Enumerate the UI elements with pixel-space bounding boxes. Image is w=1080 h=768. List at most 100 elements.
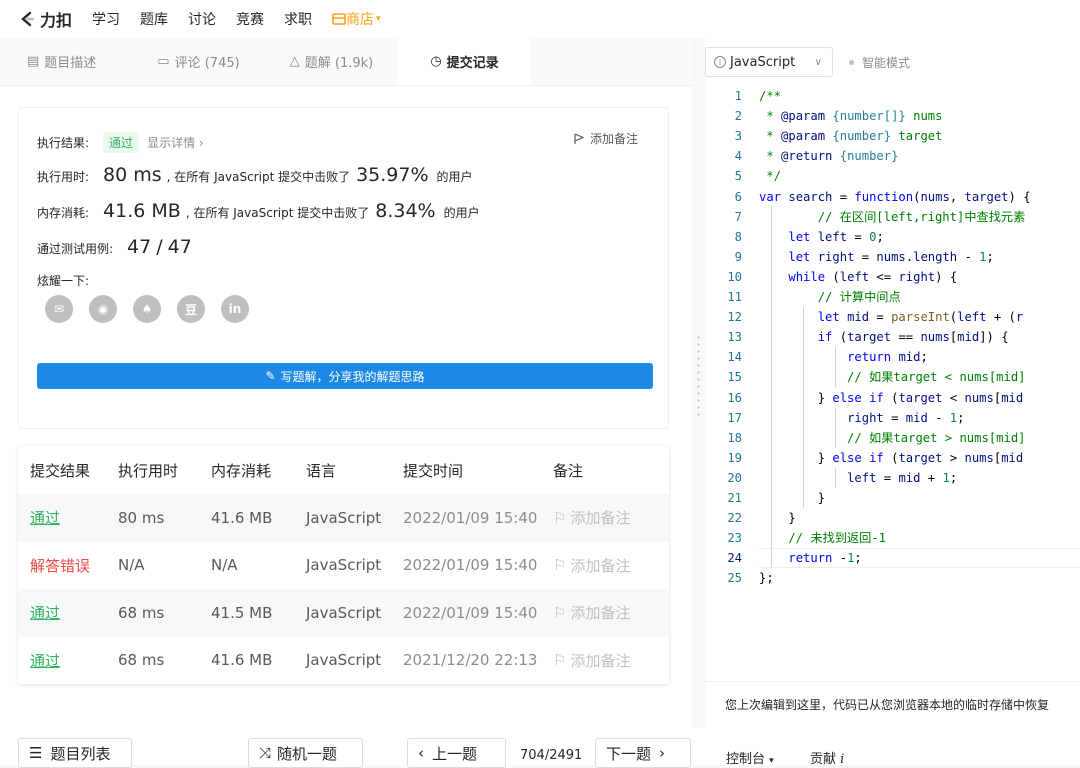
table-row[interactable]: 通过 68 ms 41.5 MB JavaScript 2022/01/09 1…: [18, 589, 669, 637]
code-line[interactable]: 13 if (target == nums[mid]) {: [705, 327, 1080, 347]
prev-problem-button[interactable]: ‹ 上一题: [407, 738, 506, 768]
problem-list-label: 题目列表: [50, 744, 111, 763]
code-line[interactable]: 14 return mid;: [705, 347, 1080, 367]
tab-submissions[interactable]: ◷ 提交记录: [398, 38, 531, 85]
chevron-down-icon: ∨: [814, 56, 822, 68]
nav-jobs[interactable]: 求职: [284, 9, 312, 29]
code-line[interactable]: 11 // 计算中间点: [705, 287, 1080, 307]
code-text: let mid = parseInt(left + (r: [817, 310, 1024, 325]
list-icon: ☰: [29, 744, 43, 762]
prev-problem-label: 上一题: [432, 744, 478, 763]
info-icon: i: [714, 56, 726, 68]
nav-discuss[interactable]: 讨论: [188, 9, 216, 29]
row-status[interactable]: 通过: [18, 507, 118, 528]
row-time: 2022/01/09 15:40: [403, 556, 538, 575]
random-problem-button[interactable]: ⤨ 随机一题: [248, 738, 363, 768]
table-row[interactable]: 通过 80 ms 41.6 MB JavaScript 2022/01/09 1…: [18, 494, 669, 542]
show-details-link[interactable]: 显示详情 ›: [147, 134, 204, 151]
line-number: 3: [734, 129, 742, 144]
weibo-icon[interactable]: ◉: [89, 295, 117, 323]
result-card: 执行结果: 通过 显示详情 › 添加备注 执行用时: 80 ms , 在所有 J…: [18, 107, 669, 429]
tab-solutions[interactable]: △ 题解 (1.9k): [265, 38, 398, 85]
row-note-label: 添加备注: [570, 509, 631, 528]
code-line[interactable]: 19 } else if (target > nums[mid: [705, 448, 1080, 468]
code-line[interactable]: 17 right = mid - 1;: [705, 408, 1080, 428]
runtime-value: 80 ms: [103, 164, 162, 186]
code-line[interactable]: 25};: [705, 568, 1080, 588]
douban-icon[interactable]: 豆: [177, 295, 205, 323]
line-number: 18: [727, 430, 742, 445]
header-runtime: 执行用时: [118, 461, 179, 480]
code-line[interactable]: 23 // 未找到返回-1: [705, 528, 1080, 548]
nav-learn[interactable]: 学习: [92, 9, 120, 29]
flag-icon: ⚐: [553, 603, 567, 622]
linkedin-icon[interactable]: in: [221, 295, 249, 323]
code-text: * @param {number[]} nums: [759, 109, 943, 124]
nav-store[interactable]: 商店 ▾: [332, 9, 381, 29]
contribute-link[interactable]: 贡献 i: [810, 748, 844, 767]
problem-list-button[interactable]: ☰ 题目列表: [18, 738, 132, 768]
code-line[interactable]: 9 let right = nums.length - 1;: [705, 247, 1080, 267]
code-line[interactable]: 8 let left = 0;: [705, 227, 1080, 247]
code-line[interactable]: 21 }: [705, 488, 1080, 508]
row-add-note[interactable]: ⚐ 添加备注: [553, 650, 669, 671]
leetcode-logo[interactable]: 力扣: [18, 7, 72, 31]
code-line[interactable]: 3 * @param {number} target: [705, 126, 1080, 146]
add-note-button[interactable]: 添加备注: [573, 130, 638, 147]
nav-contest[interactable]: 竞赛: [236, 9, 264, 29]
row-add-note[interactable]: ⚐ 添加备注: [553, 507, 669, 528]
code-text: };: [759, 571, 774, 586]
row-status[interactable]: 解答错误: [18, 555, 118, 576]
table-row[interactable]: 通过 68 ms 41.6 MB JavaScript 2021/12/20 2…: [18, 637, 669, 685]
tab-comments[interactable]: ▭ 评论 (745): [132, 38, 265, 85]
row-add-note[interactable]: ⚐ 添加备注: [553, 602, 669, 623]
line-number: 7: [734, 209, 742, 224]
code-line[interactable]: 1 /**: [705, 86, 1080, 106]
code-line[interactable]: 12 let mid = parseInt(left + (r: [705, 307, 1080, 327]
nav-problems[interactable]: 题库: [140, 9, 168, 29]
language-select[interactable]: i JavaScript ∨: [705, 47, 833, 77]
row-language: JavaScript: [306, 603, 382, 622]
random-problem-label: 随机一题: [277, 744, 338, 763]
code-line[interactable]: 22 }: [705, 508, 1080, 528]
add-note-label: 添加备注: [589, 132, 638, 146]
row-memory: 41.6 MB: [211, 651, 273, 670]
table-row[interactable]: 解答错误 N/A N/A JavaScript 2022/01/09 15:40…: [18, 542, 669, 590]
smart-mode-toggle[interactable]: 智能模式: [849, 54, 910, 71]
code-line[interactable]: 5 */: [705, 166, 1080, 186]
code-line[interactable]: 18 // 如果target > nums[mid]: [705, 428, 1080, 448]
line-number: 10: [727, 269, 742, 284]
code-line[interactable]: 10 while (left <= right) {: [705, 267, 1080, 287]
line-number: 13: [727, 330, 742, 345]
code-editor[interactable]: 1/** 2 * @param {number[]} nums 3 * @param…: [705, 86, 1080, 681]
line-number: 9: [734, 249, 742, 264]
row-note-label: 添加备注: [570, 651, 631, 670]
flask-icon: △: [289, 54, 300, 69]
qq-icon[interactable]: ♠: [133, 295, 161, 323]
pencil-icon: ✎: [265, 369, 276, 383]
row-status[interactable]: 通过: [18, 602, 118, 623]
row-add-note[interactable]: ⚐ 添加备注: [553, 555, 669, 576]
pane-splitter[interactable]: [692, 38, 705, 728]
row-status[interactable]: 通过: [18, 650, 118, 671]
code-line[interactable]: 4 * @return {number}: [705, 146, 1080, 166]
code-line[interactable]: 20 left = mid + 1;: [705, 468, 1080, 488]
chevron-down-icon: ▾: [376, 14, 381, 24]
code-line[interactable]: 24 return -1;: [705, 548, 1080, 569]
code-line[interactable]: 2 * @param {number[]} nums: [705, 106, 1080, 126]
console-toggle[interactable]: 控制台 ▾: [726, 748, 774, 767]
code-line[interactable]: 16 } else if (target < nums[mid: [705, 388, 1080, 408]
next-problem-button[interactable]: 下一题 ›: [595, 738, 691, 768]
tab-description[interactable]: ▤ 题目描述: [0, 38, 132, 85]
code-line[interactable]: 6 var search = function(nums, target) {: [705, 187, 1080, 207]
row-note-label: 添加备注: [570, 604, 631, 623]
write-solution-button[interactable]: ✎ 写题解，分享我的解题思路: [37, 363, 653, 389]
flag-icon: ⚐: [553, 508, 567, 527]
code-line[interactable]: 7 // 在区间[left,right]中查找元素: [705, 207, 1080, 227]
tab-submissions-label: 提交记录: [446, 56, 499, 71]
memory-label: 内存消耗:: [37, 206, 90, 220]
code-line[interactable]: 15 // 如果target < nums[mid]: [705, 367, 1080, 387]
line-number: 19: [727, 450, 742, 465]
wechat-icon[interactable]: ✉: [45, 295, 73, 323]
memory-percent: 8.34%: [375, 200, 436, 222]
